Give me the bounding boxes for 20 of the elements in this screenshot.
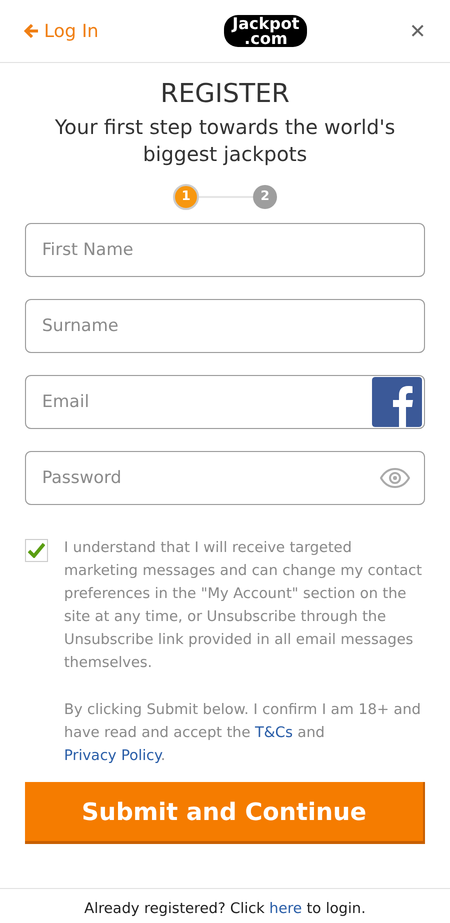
- input-field[interactable]: First Name: [25, 223, 425, 277]
- arrow-left-icon: [24, 23, 40, 39]
- facebook-icon[interactable]: [372, 377, 422, 427]
- checkbox[interactable]: [25, 539, 48, 562]
- input-field[interactable]: Surname: [25, 299, 425, 353]
- input-field[interactable]: Password: [25, 451, 425, 505]
- link[interactable]: here: [269, 901, 302, 918]
- legal-text: By clicking Submit below. I confirm I am 18+ and have read and accept the T&Cs and Privacy Policy.: [64, 701, 422, 766]
- eye-icon[interactable]: [380, 468, 410, 488]
- link[interactable]: T&Cs: [255, 725, 293, 741]
- step-indicator: 2: [253, 185, 277, 209]
- close-button[interactable]: ✕: [409, 16, 426, 46]
- step-indicator: 1: [173, 184, 199, 210]
- page-title: REGISTER: [159, 78, 291, 111]
- link[interactable]: Privacy Policy: [64, 748, 161, 764]
- checkmark-icon: [28, 543, 45, 558]
- footer-text: Already registered? Click here to login.: [84, 900, 366, 920]
- subtitle: Your first step towards the world's biggest jackpots: [54, 114, 396, 168]
- logo[interactable]: Jackpot .com: [224, 15, 308, 47]
- consent-text: I understand that I will receive targeted marketing messages and can change my contact preferences in the "My Account" section on the site at any time, or Unsubscribe through the Unsubscribe link provided in all email messages themselves.: [64, 539, 423, 673]
